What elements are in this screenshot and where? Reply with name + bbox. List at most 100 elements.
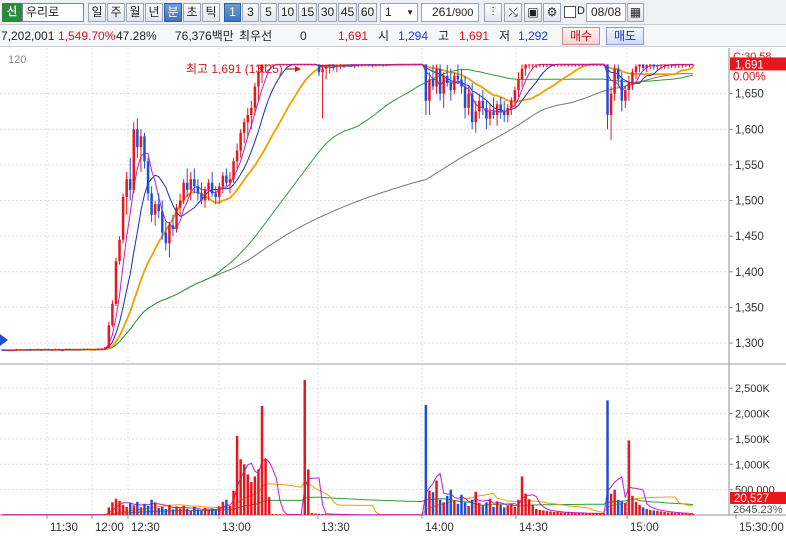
volume-bar-179 [638, 504, 641, 515]
price-volume-chart[interactable]: 1,300 1,350 1,400 1,450 1,500 1,550 1,600 1,650… [0, 48, 786, 537]
candle-body-153 [545, 64, 549, 66]
volume-bar-10 [36, 514, 39, 516]
candle-body-81 [289, 64, 292, 66]
candle-body-2 [7, 350, 11, 352]
volume-ratio-label: 2645.23% [733, 504, 783, 516]
sell-button[interactable]: 매도 [606, 27, 644, 45]
volume-bar-5 [18, 514, 22, 516]
volume-bar-101 [360, 514, 363, 516]
candle-body-4 [15, 349, 18, 351]
interval-select[interactable]: 1 ▼ [380, 3, 418, 22]
volume-bar-88 [314, 513, 317, 515]
volume-bar-92 [328, 514, 331, 515]
crosshair-icon[interactable]: ⤯ [504, 3, 522, 22]
volume-bar-25 [89, 514, 93, 516]
candle-body-23 [82, 348, 86, 351]
volume-bar-150 [535, 508, 538, 515]
volume-tick-label-4: 2,500K [735, 383, 771, 395]
candle-body-130 [463, 86, 467, 108]
bar-count-field[interactable]: 261/900 [421, 3, 479, 22]
volume-bar-35 [125, 506, 128, 515]
volume-bar-165 [588, 513, 591, 515]
interval-button-30[interactable]: 30 [318, 3, 337, 22]
date-value: 08/08 [590, 5, 622, 19]
settings-icon[interactable]: ⚙ [543, 3, 561, 22]
candle-body-36 [128, 179, 132, 190]
total-volume: 7,202,001 [1, 29, 55, 43]
candle-body-143 [510, 100, 513, 108]
period-button-1[interactable]: 주 [107, 3, 125, 22]
candle-body-125 [445, 75, 449, 83]
candle-body-64 [228, 179, 232, 183]
volume-bar-59 [210, 508, 214, 515]
volume-bar-176 [627, 440, 631, 515]
candle-body-24 [86, 348, 89, 350]
volume-bar-105 [374, 514, 378, 516]
interval-button-3[interactable]: 3 [242, 3, 259, 22]
chart-toolbar: 신 우리로 일 주 월 년 분 초 틱 1 3 5 10 15 30 45 60 1 ▼ 261/900 ⫶ ⤯ ▣ ⚙ D… [0, 0, 786, 25]
open-label: 시 [378, 29, 390, 43]
volume-tick-label-2: 1,500K [735, 434, 771, 446]
volume-bar-95 [339, 514, 342, 516]
period-button-6[interactable]: 틱 [202, 3, 220, 22]
high-label: 고 [438, 29, 450, 43]
volume-bar-84 [299, 514, 303, 516]
candle-body-158 [563, 64, 567, 66]
candle-body-61 [218, 186, 221, 197]
volume-bar-168 [599, 513, 602, 515]
calendar-icon[interactable]: ▦ [627, 3, 644, 22]
candle-body-165 [588, 64, 591, 66]
candle-body-0 [0, 349, 4, 351]
period-button-5[interactable]: 초 [183, 3, 201, 22]
candle-body-184 [656, 65, 659, 67]
candle-body-25 [89, 349, 93, 351]
volume-bar-2 [7, 514, 11, 516]
stock-name-input[interactable]: 우리로 [22, 3, 84, 22]
volume-bar-99 [353, 514, 356, 516]
candle-body-101 [360, 64, 363, 66]
volume-bar-123 [438, 499, 442, 515]
volume-bar-190 [677, 512, 680, 515]
buy-button[interactable]: 매수 [562, 27, 600, 45]
interval-button-10[interactable]: 10 [278, 3, 297, 22]
volume-bar-57 [203, 507, 207, 515]
candle-body-39 [139, 136, 143, 148]
period-button-2[interactable]: 월 [126, 3, 144, 22]
volume-bar-156 [556, 511, 559, 515]
interval-button-60[interactable]: 60 [358, 3, 377, 22]
period-button-4[interactable]: 분 [164, 3, 182, 22]
volume-bar-161 [574, 512, 577, 515]
save-icon[interactable]: ▣ [524, 3, 542, 22]
candle-body-88 [314, 64, 317, 66]
date-checkbox[interactable] [564, 6, 576, 18]
candle-body-29 [104, 347, 107, 349]
interval-button-45[interactable]: 45 [338, 3, 357, 22]
volume-bar-120 [428, 490, 431, 515]
volume-bar-186 [663, 511, 666, 515]
candle-type-icon[interactable]: ⫶ [484, 3, 502, 22]
period-button-3[interactable]: 년 [145, 3, 163, 22]
interval-button-5[interactable]: 5 [260, 3, 277, 22]
volume-bar-147 [524, 493, 527, 515]
volume-bar-91 [324, 514, 328, 515]
candle-body-28 [100, 348, 103, 350]
candle-body-92 [328, 64, 331, 67]
current-price-marker-label: 1,691 [735, 59, 764, 71]
price-tick-label-0: 1,300 [735, 338, 764, 350]
volume-bar-55 [196, 509, 200, 515]
period-button-0[interactable]: 일 [88, 3, 106, 22]
interval-button-1[interactable]: 1 [224, 3, 241, 22]
interval-button-15[interactable]: 15 [298, 3, 317, 22]
price-tick-label-7: 1,650 [735, 89, 764, 101]
volume-bar-69 [246, 474, 250, 515]
date-field[interactable]: 08/08 [586, 3, 626, 22]
time-tick-label-7: 15:00 [630, 522, 659, 534]
volume-bar-108 [385, 514, 388, 516]
candle-body-137 [488, 111, 492, 119]
volume-bar-94 [335, 514, 339, 515]
candle-body-186 [663, 64, 666, 66]
d-label: D [577, 5, 585, 17]
volume-bar-136 [485, 502, 488, 515]
candle-body-135 [481, 100, 485, 108]
candle-body-14 [50, 349, 54, 351]
